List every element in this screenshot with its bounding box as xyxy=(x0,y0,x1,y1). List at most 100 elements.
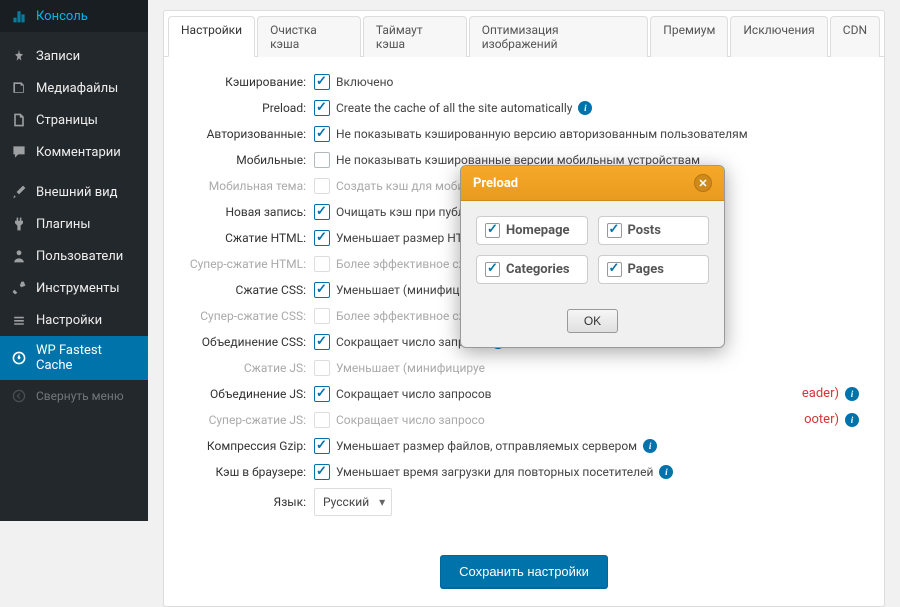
sidebar-item-appearance[interactable]: Внешний вид xyxy=(0,176,148,208)
preload-opt-categories[interactable]: Categories xyxy=(476,255,588,284)
setting-label: Preload: xyxy=(179,98,314,118)
tabs: НастройкиОчистка кэшаТаймаут кэшаОптимиз… xyxy=(164,11,884,57)
preload-checkbox[interactable] xyxy=(607,223,622,238)
brush-icon xyxy=(10,183,28,201)
preload-opt-label: Categories xyxy=(506,262,570,277)
preload-modal: Preload ✕ Homepage Posts Categories Pages O… xyxy=(460,165,725,348)
collapse-menu[interactable]: Свернуть меню xyxy=(0,380,148,412)
setting-label: Супер-сжатие CSS: xyxy=(179,306,314,326)
setting-checkbox-gzip[interactable] xyxy=(314,438,330,454)
setting-checkbox-preload[interactable] xyxy=(314,100,330,116)
info-icon[interactable]: i xyxy=(845,413,859,427)
user-icon xyxy=(10,247,28,265)
collapse-label: Свернуть меню xyxy=(36,389,138,403)
setting-label: Объединение CSS: xyxy=(179,332,314,352)
sidebar-label: Комментарии xyxy=(36,145,138,160)
tab-6[interactable]: CDN xyxy=(830,16,880,57)
setting-row-preload: Preload:Create the cache of all the site… xyxy=(179,98,859,118)
setting-checkbox-loggedin[interactable] xyxy=(314,126,330,142)
page-icon xyxy=(10,111,28,129)
tab-2[interactable]: Таймаут кэша xyxy=(363,16,467,57)
language-row: Язык:Русский xyxy=(179,488,859,516)
setting-checkbox-newpost[interactable] xyxy=(314,204,330,220)
save-button[interactable]: Сохранить настройки xyxy=(440,555,608,588)
comment-icon xyxy=(10,143,28,161)
modal-titlebar[interactable]: Preload ✕ xyxy=(461,166,724,201)
settings-icon xyxy=(10,311,28,329)
lang-label: Язык: xyxy=(179,492,314,512)
preload-checkbox[interactable] xyxy=(607,262,622,277)
setting-row-loggedin: Авторизованные: Не показывать кэшированну… xyxy=(179,124,859,144)
sidebar-item-settings[interactable]: Настройки xyxy=(0,304,148,336)
sidebar-item-plugins[interactable]: Плагины xyxy=(0,208,148,240)
sidebar-item-dashboard[interactable]: Консоль xyxy=(0,0,148,32)
setting-desc: Сокращает число запросо xyxy=(336,410,485,430)
dashboard-icon xyxy=(10,7,28,25)
sidebar-label: WP Fastest Cache xyxy=(36,343,138,373)
sidebar-label: Медиафайлы xyxy=(36,81,138,96)
setting-checkbox-minifycss[interactable] xyxy=(314,282,330,298)
warn-text: eader) xyxy=(802,384,839,404)
setting-checkbox-minifyhtml[interactable] xyxy=(314,230,330,246)
setting-checkbox-browsercache[interactable] xyxy=(314,464,330,480)
sidebar-item-tools[interactable]: Инструменты xyxy=(0,272,148,304)
sidebar-label: Настройки xyxy=(36,313,138,328)
tab-1[interactable]: Очистка кэша xyxy=(257,16,361,57)
preload-checkbox[interactable] xyxy=(485,262,500,277)
preload-opt-posts[interactable]: Posts xyxy=(598,216,710,245)
sidebar-label: Внешний вид xyxy=(36,185,138,200)
setting-checkbox-mobile[interactable] xyxy=(314,152,330,168)
sidebar-item-comments[interactable]: Комментарии xyxy=(0,136,148,168)
setting-label: Сжатие JS: xyxy=(179,358,314,378)
info-icon[interactable]: i xyxy=(643,439,657,453)
admin-sidebar: Консоль Записи Медиафайлы Страницы Комме… xyxy=(0,0,148,521)
tools-icon xyxy=(10,279,28,297)
setting-checkbox-mobiletheme xyxy=(314,178,330,194)
tab-4[interactable]: Премиум xyxy=(650,16,728,57)
setting-checkbox-minifyhtmlplus xyxy=(314,256,330,272)
info-icon[interactable]: i xyxy=(578,101,592,115)
pin-icon xyxy=(10,47,28,65)
info-icon[interactable]: i xyxy=(659,465,673,479)
sidebar-item-pages[interactable]: Страницы xyxy=(0,104,148,136)
info-icon[interactable]: i xyxy=(845,387,859,401)
preload-opt-homepage[interactable]: Homepage xyxy=(476,216,588,245)
setting-desc: Уменьшает размер файлов, отправляемых се… xyxy=(336,436,637,456)
setting-checkbox-caching[interactable] xyxy=(314,74,330,90)
tab-0[interactable]: Настройки xyxy=(168,16,255,57)
preload-checkbox[interactable] xyxy=(485,223,500,238)
setting-row-gzip: Компрессия Gzip: Уменьшает размер файлов,… xyxy=(179,436,859,456)
setting-label: Сжатие HTML: xyxy=(179,228,314,248)
sidebar-item-wpfc[interactable]: WP Fastest Cache xyxy=(0,336,148,380)
setting-desc: Включено xyxy=(336,72,393,92)
setting-desc: Сокращает число запросов xyxy=(336,384,492,404)
setting-row-combinejs: Объединение JS:Сокращает число запросовe… xyxy=(179,384,859,404)
sidebar-item-posts[interactable]: Записи xyxy=(0,40,148,72)
preload-opt-pages[interactable]: Pages xyxy=(598,255,710,284)
setting-label: Компрессия Gzip: xyxy=(179,436,314,456)
preload-opt-label: Pages xyxy=(628,262,664,277)
sidebar-label: Консоль xyxy=(36,9,138,24)
sidebar-label: Пользователи xyxy=(36,249,138,264)
setting-desc: Уменьшает (минифицируе xyxy=(336,358,485,378)
tab-3[interactable]: Оптимизация изображений xyxy=(469,16,649,57)
wpfc-icon xyxy=(10,349,28,367)
sidebar-label: Плагины xyxy=(36,217,138,232)
setting-desc: Не показывать кэшированную версию автори… xyxy=(336,124,748,144)
sidebar-item-users[interactable]: Пользователи xyxy=(0,240,148,272)
sidebar-item-media[interactable]: Медиафайлы xyxy=(0,72,148,104)
tab-5[interactable]: Исключения xyxy=(730,16,827,57)
setting-row-combinejsplus: Супер-сжатие JS:Сокращает число запросоo… xyxy=(179,410,859,430)
setting-label: Супер-сжатие JS: xyxy=(179,410,314,430)
close-icon[interactable]: ✕ xyxy=(694,174,712,192)
setting-label: Новая запись: xyxy=(179,202,314,222)
setting-row-caching: Кэширование:Включено xyxy=(179,72,859,92)
setting-checkbox-combinecss[interactable] xyxy=(314,334,330,350)
setting-checkbox-combinejs[interactable] xyxy=(314,386,330,402)
setting-label: Кэш в браузере: xyxy=(179,462,314,482)
setting-checkbox-minifycssplus xyxy=(314,308,330,324)
setting-label: Авторизованные: xyxy=(179,124,314,144)
media-icon xyxy=(10,79,28,97)
lang-select[interactable]: Русский xyxy=(314,488,392,516)
ok-button[interactable]: OK xyxy=(567,309,618,333)
